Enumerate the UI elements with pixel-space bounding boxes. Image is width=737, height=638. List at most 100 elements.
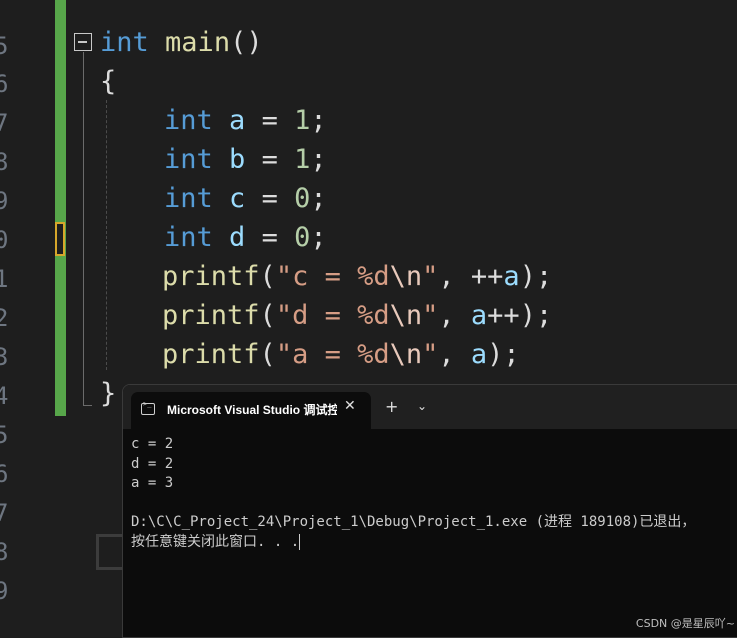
punctuation: ); (519, 261, 553, 292)
fold-outline-end (83, 405, 92, 406)
line-number-column: 5 6 7 8 9 0 1 2 3 4 5 6 7 8 9 (0, 0, 14, 632)
indent-guide (106, 100, 107, 370)
terminal-icon (141, 400, 155, 415)
code-line-open-brace[interactable]: { (100, 65, 116, 99)
line-number: 8 (0, 148, 9, 176)
keyword: int (164, 144, 213, 175)
semicolon: ; (310, 183, 327, 214)
number: 0 (294, 183, 311, 214)
line-number: 7 (0, 109, 9, 137)
terminal-tab[interactable]: Microsoft Visual Studio 调试控制台 ✕ (131, 392, 371, 429)
string-literal: "d = %d (275, 300, 390, 331)
string-literal: "c = %d (275, 261, 390, 292)
keyword: int (164, 183, 213, 214)
fold-outline (83, 52, 84, 406)
number: 1 (294, 144, 311, 175)
terminal-output[interactable]: c = 2 d = 2 a = 3 D:\C\C_Project_24\Proj… (131, 435, 737, 552)
escape-sequence: \n (389, 261, 423, 292)
prompt-text: 按任意键关闭此窗口. . . (131, 533, 300, 550)
line-number: 9 (0, 187, 9, 215)
code-line-decl-d[interactable]: int d = 0; (164, 221, 327, 255)
punctuation: , (438, 300, 471, 331)
debug-console-window[interactable]: Microsoft Visual Studio 调试控制台 ✕ + ⌄ c = … (122, 384, 737, 638)
punctuation: ( (259, 300, 276, 331)
punctuation: ); (487, 339, 520, 370)
operator: = (245, 183, 295, 214)
text-cursor (299, 533, 301, 550)
terminal-titlebar[interactable]: Microsoft Visual Studio 调试控制台 ✕ + ⌄ (123, 385, 737, 429)
punctuation: , (438, 261, 471, 292)
string-literal: " (422, 339, 439, 370)
output-line: d = 2 (131, 455, 174, 472)
brace: } (100, 378, 117, 409)
line-number: 5 (0, 32, 9, 60)
change-indicator-saved (55, 0, 66, 416)
line-number: 6 (0, 460, 9, 488)
code-line-printf-a[interactable]: printf("a = %d\n", a); (162, 338, 520, 372)
keyword: int (164, 105, 213, 136)
tab-title: Microsoft Visual Studio 调试控制台 (167, 403, 337, 417)
keyword: int (164, 222, 213, 253)
punctuation: ( (259, 261, 276, 292)
variable: d (229, 222, 246, 253)
string-literal: " (422, 300, 439, 331)
code-line-decl-b[interactable]: int b = 1; (164, 143, 327, 177)
operator: = (245, 105, 295, 136)
punctuation: ); (519, 300, 553, 331)
line-number: 1 (0, 265, 9, 293)
code-line-printf-d[interactable]: printf("d = %d\n", a++); (162, 299, 552, 333)
watermark: CSDN @是星辰吖~ (635, 617, 735, 630)
change-indicator-unsaved (55, 222, 65, 256)
string-literal: " (422, 261, 439, 292)
punctuation: ( (259, 339, 276, 370)
line-number: 6 (0, 70, 9, 98)
operator: = (245, 144, 295, 175)
escape-sequence: \n (389, 300, 423, 331)
line-number: 3 (0, 343, 9, 371)
line-number: 8 (0, 538, 9, 566)
brace: { (100, 66, 117, 97)
line-number: 0 (0, 226, 9, 254)
semicolon: ; (310, 222, 327, 253)
string-literal: "a = %d (275, 339, 390, 370)
number: 0 (294, 222, 311, 253)
line-number: 7 (0, 499, 9, 527)
keyword: int (100, 27, 149, 58)
code-line-main[interactable]: int main() (100, 26, 263, 60)
variable: a (229, 105, 246, 136)
function-name: printf (162, 261, 260, 292)
line-number: 9 (0, 577, 9, 605)
collapse-icon[interactable] (74, 33, 92, 51)
function-name: main (165, 27, 231, 58)
code-line-printf-c[interactable]: printf("c = %d\n", ++a); (162, 260, 552, 294)
variable: a (470, 300, 488, 331)
semicolon: ; (310, 144, 327, 175)
semicolon: ; (310, 105, 327, 136)
output-line: D:\C\C_Project_24\Project_1\Debug\Projec… (131, 514, 696, 530)
number: 1 (294, 105, 311, 136)
operator: = (245, 222, 295, 253)
variable: a (470, 339, 488, 370)
code-line-close-brace[interactable]: } (100, 377, 116, 411)
function-name: printf (162, 339, 260, 370)
variable: b (229, 144, 246, 175)
line-number: 5 (0, 421, 9, 449)
code-line-decl-a[interactable]: int a = 1; (164, 104, 327, 138)
operator: ++ (470, 261, 504, 292)
chevron-down-icon[interactable]: ⌄ (417, 399, 427, 413)
code-line-decl-c[interactable]: int c = 0; (164, 182, 327, 216)
close-icon[interactable]: ✕ (344, 398, 356, 414)
operator: ++ (487, 300, 520, 331)
output-line: c = 2 (131, 436, 174, 452)
variable: c (229, 183, 246, 214)
function-name: printf (162, 300, 260, 331)
line-number: 4 (0, 382, 9, 410)
output-line: a = 3 (131, 475, 174, 491)
punctuation: , (438, 339, 471, 370)
line-number: 2 (0, 304, 9, 332)
variable: a (503, 261, 520, 292)
new-tab-button[interactable]: + (385, 397, 398, 416)
escape-sequence: \n (389, 339, 423, 370)
prompt-line: 按任意键关闭此窗口. . . (131, 533, 737, 553)
